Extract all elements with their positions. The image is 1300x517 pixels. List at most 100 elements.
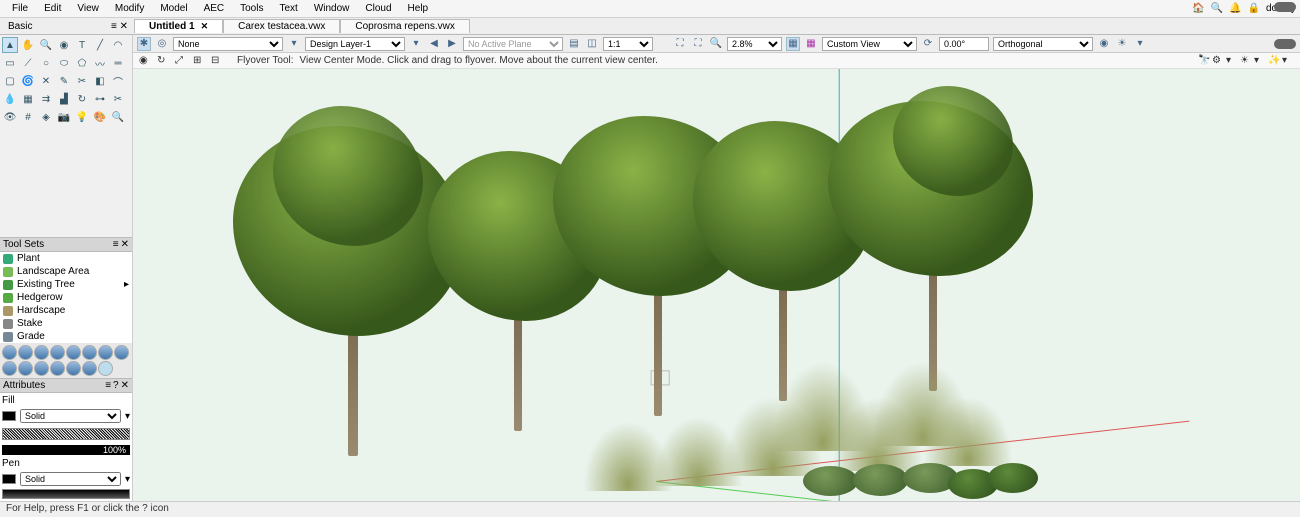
layer-vis-icon[interactable]: ▾: [409, 37, 423, 51]
drawing-viewport[interactable]: [133, 69, 1300, 501]
unified-view-icon[interactable]: ◫: [585, 37, 599, 51]
view-dropdown[interactable]: Custom View: [822, 37, 917, 51]
grid-icon[interactable]: ▦: [786, 37, 800, 51]
fit-page-icon[interactable]: ⛶: [673, 37, 687, 51]
pen-color-swatch[interactable]: [2, 474, 16, 484]
mode-1-icon[interactable]: ◉: [139, 55, 151, 67]
trim-tool[interactable]: ✂: [110, 91, 126, 107]
plant-shrub[interactable]: [988, 463, 1038, 493]
freehand-tool[interactable]: 〰: [92, 55, 108, 71]
class-dropdown[interactable]: None: [173, 37, 283, 51]
toolset-plant[interactable]: Plant: [0, 252, 132, 265]
fill-dropdown-icon[interactable]: ▾: [125, 411, 130, 422]
toolset-quick-7[interactable]: [98, 345, 113, 360]
toolset-quick-15[interactable]: [98, 361, 113, 376]
menu-text[interactable]: Text: [271, 2, 305, 15]
light-tool[interactable]: 💡: [74, 109, 90, 125]
panel-close-icon[interactable]: ✕: [121, 239, 129, 250]
clip-tool[interactable]: ◧: [92, 73, 108, 89]
toolset-hardscape[interactable]: Hardscape: [0, 304, 132, 317]
reshape-tool[interactable]: ✎: [56, 73, 72, 89]
fillet-tool[interactable]: ⌒: [110, 73, 126, 89]
polyline-tool[interactable]: ⟋: [20, 55, 36, 71]
plant-tree[interactable]: [833, 101, 1033, 391]
fit-objects-icon[interactable]: ⛶: [691, 37, 705, 51]
mode-2-icon[interactable]: ↻: [157, 55, 169, 67]
menu-file[interactable]: File: [4, 2, 36, 15]
menu-view[interactable]: View: [69, 2, 107, 15]
plane-prev-icon[interactable]: ◀: [427, 37, 441, 51]
class-vis-icon[interactable]: ▾: [287, 37, 301, 51]
attributes-header[interactable]: Attributes ≡ ? ✕: [0, 378, 132, 393]
rotate-view-icon[interactable]: ⟳: [921, 37, 935, 51]
close-tab-icon[interactable]: ✕: [201, 21, 209, 32]
pen-dropdown-icon[interactable]: ▾: [125, 474, 130, 485]
toolset-stake[interactable]: Stake: [0, 317, 132, 330]
toolset-quick-9[interactable]: [2, 361, 17, 376]
render-settings-icon[interactable]: ⚙: [1212, 55, 1224, 67]
zoom-loupe-tool[interactable]: 🔍: [110, 109, 126, 125]
shadow-icon[interactable]: ▾: [1133, 37, 1147, 51]
polygon-tool[interactable]: ⬠: [74, 55, 90, 71]
layer-dropdown[interactable]: Design Layer-1: [305, 37, 405, 51]
toolset-quick-11[interactable]: [34, 361, 49, 376]
lighting-icon[interactable]: ☀: [1115, 37, 1129, 51]
rounded-rect-tool[interactable]: ▢: [2, 73, 18, 89]
attr-menu-icon[interactable]: ≡: [105, 380, 111, 391]
zoom-tool[interactable]: 🔍: [38, 37, 54, 53]
panel-menu-icon[interactable]: ≡: [113, 239, 119, 250]
menu-aec[interactable]: AEC: [196, 2, 233, 15]
pen-mode-select[interactable]: Solid: [20, 472, 121, 486]
plant-grass[interactable]: [923, 396, 1013, 466]
tool-sets-header[interactable]: Tool Sets ≡ ✕: [0, 237, 132, 252]
notification-icon[interactable]: 🔔: [1229, 3, 1241, 14]
attr-pin-icon[interactable]: ?: [113, 380, 119, 391]
spiral-tool[interactable]: 🌀: [20, 73, 36, 89]
menu-window[interactable]: Window: [306, 2, 358, 15]
flyover-tool[interactable]: ◉: [56, 37, 72, 53]
fill-color-swatch[interactable]: [2, 411, 16, 421]
display-dropdown-icon[interactable]: ▾: [1254, 55, 1266, 67]
locus-tool[interactable]: ✕: [38, 73, 54, 89]
symbol-tool[interactable]: ◈: [38, 109, 54, 125]
toolset-quick-10[interactable]: [18, 361, 33, 376]
menu-modify[interactable]: Modify: [107, 2, 152, 15]
mode-4-icon[interactable]: ⊞: [193, 55, 205, 67]
rotate-tool[interactable]: ↻: [74, 91, 90, 107]
toolset-quick-4[interactable]: [50, 345, 65, 360]
toolset-quick-1[interactable]: [2, 345, 17, 360]
scale-dropdown[interactable]: 1:1: [603, 37, 653, 51]
toolset-quick-13[interactable]: [66, 361, 81, 376]
toolset-quick-3[interactable]: [34, 345, 49, 360]
toolset-quick-5[interactable]: [66, 345, 81, 360]
split-tool[interactable]: ✂: [74, 73, 90, 89]
wand-icon[interactable]: ✨: [1268, 55, 1280, 67]
fill-mode-select[interactable]: Solid: [20, 409, 121, 423]
menu-edit[interactable]: Edit: [36, 2, 69, 15]
snap-loupe-icon[interactable]: ◎: [155, 37, 169, 51]
mode-3-icon[interactable]: ⤢: [175, 55, 187, 67]
plant-shrub[interactable]: [803, 466, 858, 496]
zoom-dropdown[interactable]: 2.8%: [727, 37, 782, 51]
attr-map-tool[interactable]: ▦: [20, 91, 36, 107]
wand-dropdown-icon[interactable]: ▾: [1282, 55, 1294, 67]
circle-tool[interactable]: ○: [38, 55, 54, 71]
double-line-tool[interactable]: ═: [110, 55, 126, 71]
zoom-out-icon[interactable]: 🔍: [709, 37, 723, 51]
offset-tool[interactable]: ⇉: [38, 91, 54, 107]
toolset-quick-2[interactable]: [18, 345, 33, 360]
palette-collapse-icon[interactable]: ≡ ✕: [111, 21, 134, 32]
plane-next-icon[interactable]: ▶: [445, 37, 459, 51]
plant-tree[interactable]: [243, 126, 463, 456]
stack-order-icon[interactable]: ▤: [567, 37, 581, 51]
mirror-tool[interactable]: ▟: [56, 91, 72, 107]
window-control[interactable]: [1274, 2, 1296, 12]
projection-dropdown[interactable]: Orthogonal: [993, 37, 1093, 51]
toolset-quick-12[interactable]: [50, 361, 65, 376]
walkthrough-icon[interactable]: 🔭: [1198, 55, 1210, 67]
mode-5-icon[interactable]: ⊟: [211, 55, 223, 67]
rotation-field[interactable]: 0.00°: [939, 37, 989, 51]
rect-tool[interactable]: ▭: [2, 55, 18, 71]
attr-close-icon[interactable]: ✕: [121, 380, 129, 391]
display-icon[interactable]: ☀: [1240, 55, 1252, 67]
